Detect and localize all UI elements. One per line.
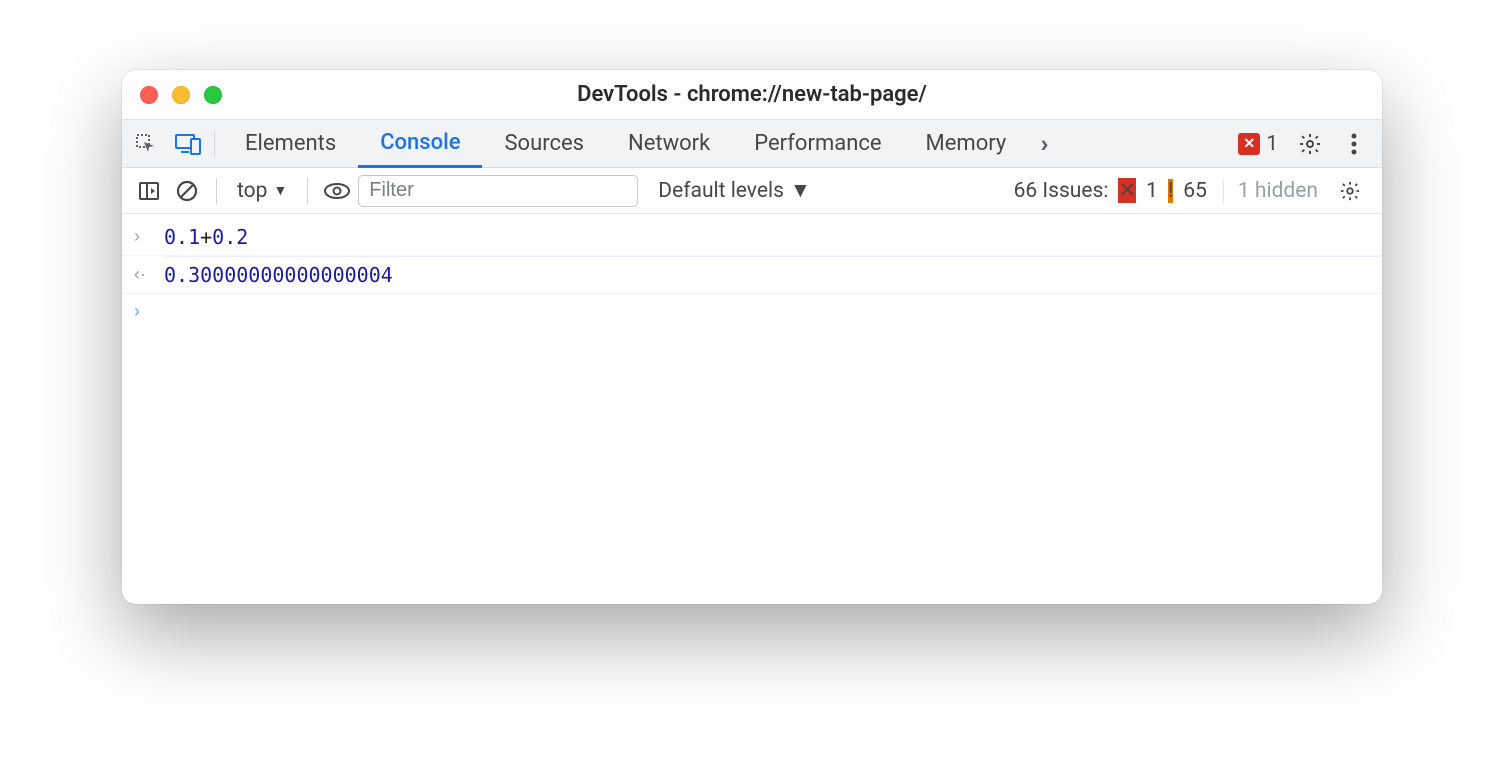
live-expression-icon[interactable] — [320, 174, 354, 208]
issues-summary[interactable]: 66 Issues: ✕ 1 ! 65 — [1010, 178, 1211, 203]
issues-label: 66 Issues: — [1014, 179, 1109, 203]
settings-icon[interactable] — [1292, 126, 1328, 162]
traffic-lights — [140, 86, 222, 104]
input-chevron-icon: › — [134, 225, 164, 247]
devtools-window: DevTools - chrome://new-tab-page/ Elemen… — [122, 70, 1382, 604]
prompt-chevron-icon: › — [134, 300, 164, 322]
more-tabs-icon[interactable]: ›› — [1028, 130, 1054, 158]
inspect-element-icon[interactable] — [128, 126, 164, 162]
console-toolbar: top ▼ Default levels ▼ 66 Issues: ✕ 1 ! … — [122, 168, 1382, 214]
context-selector[interactable]: top ▼ — [229, 179, 295, 203]
error-icon: ✕ — [1238, 133, 1260, 155]
separator — [216, 178, 217, 204]
devtools-tabbar: Elements Console Sources Network Perform… — [122, 120, 1382, 168]
minimize-window-button[interactable] — [172, 86, 190, 104]
clear-console-icon[interactable] — [170, 174, 204, 208]
kebab-menu-icon[interactable] — [1336, 126, 1372, 162]
filter-input[interactable] — [358, 175, 638, 207]
tab-network[interactable]: Network — [606, 120, 732, 167]
titlebar: DevTools - chrome://new-tab-page/ — [122, 70, 1382, 120]
toggle-sidebar-icon[interactable] — [132, 174, 166, 208]
tab-console[interactable]: Console — [358, 121, 482, 168]
console-prompt[interactable]: › — [122, 294, 1382, 328]
error-count: 1 — [1266, 132, 1278, 156]
separator — [307, 178, 308, 204]
maximize-window-button[interactable] — [204, 86, 222, 104]
hidden-count: 1 hidden — [1223, 179, 1324, 203]
issues-warning-count: 65 — [1183, 179, 1207, 203]
levels-label: Default levels — [658, 179, 784, 203]
device-toolbar-icon[interactable] — [170, 126, 206, 162]
window-title: DevTools - chrome://new-tab-page/ — [122, 82, 1382, 107]
tab-elements[interactable]: Elements — [223, 120, 358, 167]
output-chevron-icon: ‹· — [134, 263, 164, 285]
tab-sources[interactable]: Sources — [482, 120, 606, 167]
context-label: top — [237, 179, 267, 203]
error-icon: ✕ — [1118, 178, 1136, 203]
issues-error-count: 1 — [1146, 179, 1158, 203]
error-count-badge[interactable]: ✕ 1 — [1238, 132, 1278, 156]
warning-icon: ! — [1168, 179, 1173, 203]
separator — [214, 131, 215, 157]
caret-down-icon: ▼ — [273, 182, 287, 199]
caret-down-icon: ▼ — [790, 179, 811, 203]
close-window-button[interactable] — [140, 86, 158, 104]
console-input-line: › 0.1+0.2 — [122, 218, 1382, 256]
tab-performance[interactable]: Performance — [732, 120, 903, 167]
console-result-line: ‹· 0.30000000000000004 — [122, 257, 1382, 294]
console-settings-icon[interactable] — [1332, 173, 1368, 209]
log-levels-selector[interactable]: Default levels ▼ — [642, 179, 826, 203]
console-output[interactable]: › 0.1+0.2 ‹· 0.30000000000000004 › — [122, 214, 1382, 604]
console-result: 0.30000000000000004 — [164, 263, 393, 287]
tab-memory[interactable]: Memory — [904, 120, 1029, 167]
console-expression: 0.1+0.2 — [164, 225, 248, 249]
